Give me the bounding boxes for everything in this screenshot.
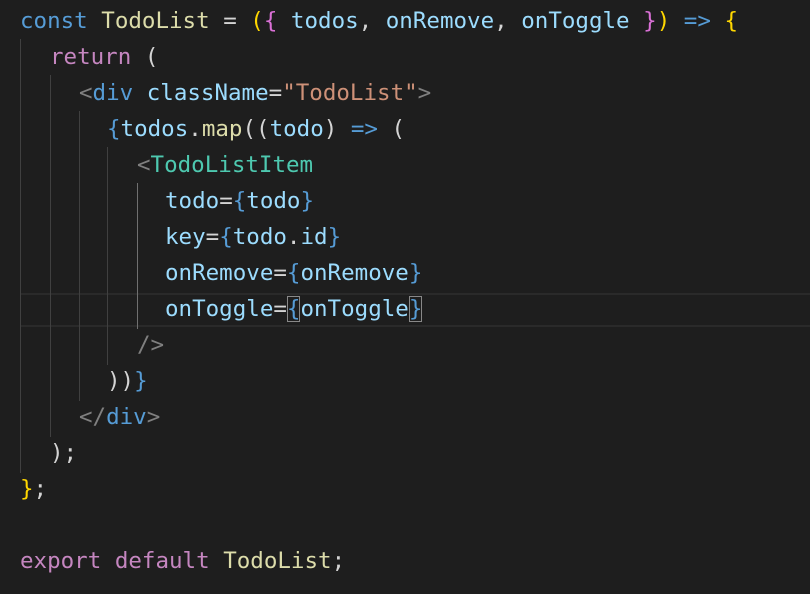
punct: . bbox=[188, 116, 202, 142]
keyword-default: default bbox=[101, 548, 210, 574]
punct: = bbox=[219, 188, 233, 214]
code-line-14[interactable]: }; bbox=[20, 471, 47, 507]
indent-guide bbox=[20, 39, 21, 473]
code-line-4[interactable]: {todos.map((todo) => ( bbox=[107, 111, 405, 147]
tag-bracket: > bbox=[146, 404, 161, 430]
attr-name: todo bbox=[165, 188, 220, 214]
punct: ) bbox=[120, 368, 135, 394]
code-line-12[interactable]: </div> bbox=[79, 399, 160, 435]
tag-name: div bbox=[106, 404, 147, 430]
variable: onRemove bbox=[300, 260, 409, 286]
code-line-9[interactable]: onToggle={onToggle} bbox=[165, 291, 423, 327]
punct: , bbox=[494, 8, 522, 34]
punct: ; bbox=[331, 548, 346, 574]
property: id bbox=[300, 224, 328, 250]
punct: ( bbox=[256, 116, 270, 142]
bracket: ( bbox=[250, 8, 264, 34]
attr-name: onRemove bbox=[165, 260, 274, 286]
indent-guide bbox=[79, 111, 80, 401]
tag-bracket: </ bbox=[79, 404, 107, 430]
code-editor[interactable]: const TodoList = ({ todos, onRemove, onT… bbox=[0, 0, 810, 594]
code-line-3[interactable]: <div className="TodoList"> bbox=[79, 75, 431, 111]
param: todo bbox=[269, 116, 324, 142]
code-line-16[interactable]: export default TodoList; bbox=[20, 543, 345, 579]
variable: todo bbox=[232, 224, 287, 250]
bracket: { bbox=[263, 8, 278, 34]
variable: todo bbox=[246, 188, 301, 214]
punct: = bbox=[268, 80, 283, 106]
punct: ) bbox=[323, 116, 338, 142]
punct: ; bbox=[33, 476, 48, 502]
tag-bracket: < bbox=[137, 152, 151, 178]
bracket: } bbox=[629, 8, 657, 34]
component-name: TodoListItem bbox=[150, 152, 314, 178]
punct: ; bbox=[63, 440, 78, 466]
matched-brace: { bbox=[286, 296, 301, 322]
code-line-10[interactable]: /> bbox=[137, 327, 164, 363]
operator: = bbox=[209, 8, 251, 34]
punct: ( bbox=[131, 44, 159, 70]
bracket: } bbox=[20, 476, 34, 502]
punct: ( bbox=[242, 116, 257, 142]
punct: = bbox=[205, 224, 220, 250]
keyword-return: return bbox=[50, 44, 132, 70]
arrow-operator: => bbox=[337, 116, 392, 142]
tag-bracket: < bbox=[79, 80, 93, 106]
tag-name: div bbox=[92, 80, 134, 106]
matched-brace: } bbox=[408, 296, 423, 322]
param: onRemove bbox=[385, 8, 495, 34]
jsx-brace: } bbox=[134, 368, 148, 394]
code-line-8[interactable]: onRemove={onRemove} bbox=[165, 255, 422, 291]
variable: todos bbox=[120, 116, 189, 142]
code-line-5[interactable]: <TodoListItem bbox=[137, 147, 313, 183]
keyword-const: const bbox=[20, 8, 88, 34]
param: onToggle bbox=[521, 8, 630, 34]
attr-name: key bbox=[165, 224, 206, 250]
attr-name: onToggle bbox=[165, 296, 274, 322]
tag-bracket: > bbox=[417, 80, 432, 106]
jsx-brace: { bbox=[286, 260, 301, 286]
code-line-1[interactable]: const TodoList = ({ todos, onRemove, onT… bbox=[20, 3, 738, 39]
punct: ) bbox=[50, 440, 64, 466]
punct: , bbox=[358, 8, 386, 34]
arrow-operator: => bbox=[670, 8, 725, 34]
code-line-11[interactable]: ))} bbox=[107, 363, 148, 399]
punct: ( bbox=[391, 116, 406, 142]
jsx-brace: { bbox=[219, 224, 233, 250]
code-line-13[interactable]: ); bbox=[50, 435, 77, 471]
punct: . bbox=[286, 224, 301, 250]
param: todos bbox=[277, 8, 359, 34]
attr-name: className bbox=[133, 80, 269, 106]
jsx-brace: { bbox=[107, 116, 121, 142]
punct: = bbox=[273, 296, 287, 322]
method-name: map bbox=[201, 116, 243, 142]
punct: ) bbox=[107, 368, 121, 394]
function-name: TodoList bbox=[101, 8, 210, 34]
bracket: ) bbox=[656, 8, 671, 34]
jsx-brace: } bbox=[300, 188, 315, 214]
string-literal: "TodoList" bbox=[282, 80, 418, 106]
indent-guide-active bbox=[137, 183, 138, 329]
indent-guide bbox=[107, 147, 108, 365]
code-line-7[interactable]: key={todo.id} bbox=[165, 219, 341, 255]
code-line-2[interactable]: return ( bbox=[50, 39, 158, 75]
keyword-export: export bbox=[20, 548, 102, 574]
variable: onToggle bbox=[300, 296, 409, 322]
jsx-brace: } bbox=[327, 224, 342, 250]
jsx-brace: } bbox=[408, 260, 423, 286]
function-name: TodoList bbox=[209, 548, 332, 574]
jsx-brace: { bbox=[232, 188, 247, 214]
bracket: { bbox=[724, 8, 738, 34]
indent-guide bbox=[50, 75, 51, 437]
code-line-6[interactable]: todo={todo} bbox=[165, 183, 314, 219]
punct: = bbox=[273, 260, 287, 286]
tag-bracket: /> bbox=[137, 332, 165, 358]
